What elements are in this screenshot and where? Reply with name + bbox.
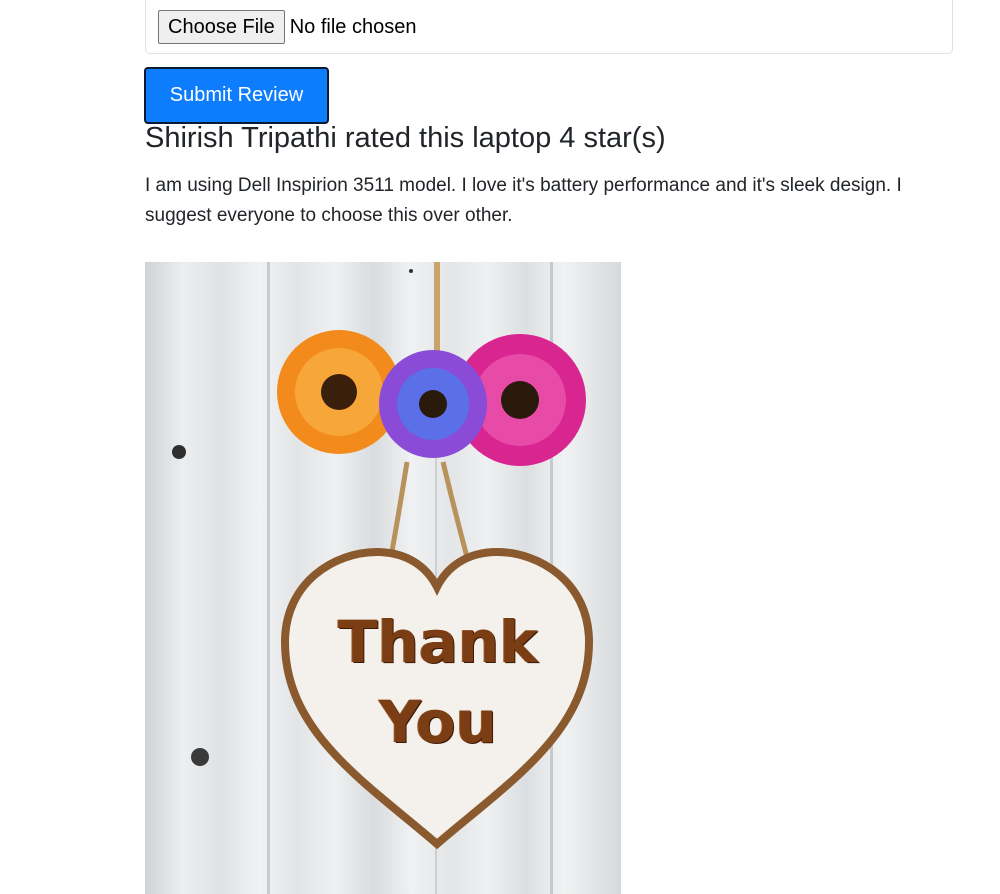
thank-you-heart: Thank You [273,548,603,848]
review-image: Thank You [145,262,621,894]
heart-word-you: You [379,688,497,756]
review-heading: Shirish Tripathi rated this laptop 4 sta… [145,122,666,154]
submit-review-button[interactable]: Submit Review [144,67,329,124]
image-upload-card: Choose File No file chosen [145,0,953,54]
review-text: I am using Dell Inspirion 3511 model. I … [145,175,902,226]
file-status-text: No file chosen [289,15,417,38]
heart-word-thank: Thank [338,608,538,676]
choose-file-button[interactable]: Choose File [158,10,285,44]
file-input[interactable]: Choose File No file chosen [158,10,416,44]
